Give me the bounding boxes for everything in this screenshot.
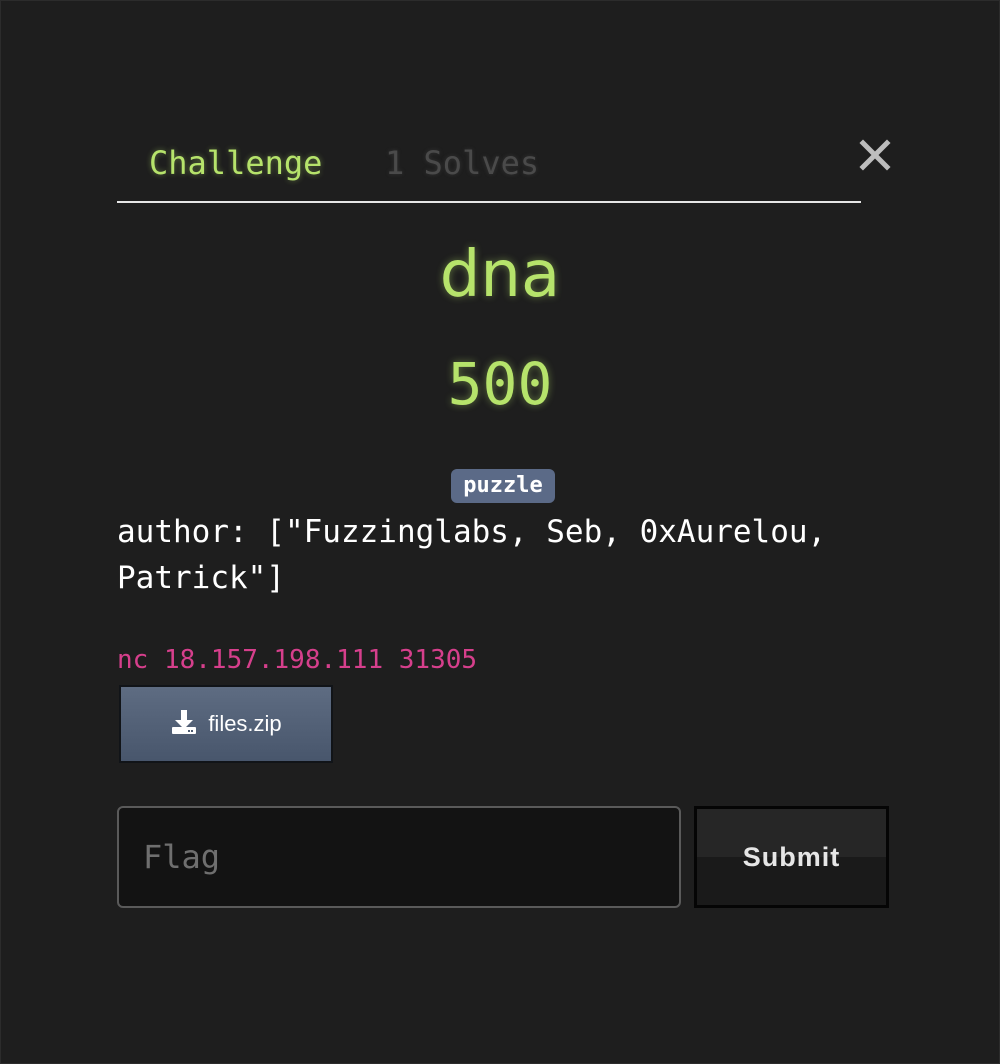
download-icon: [170, 708, 198, 741]
flag-input[interactable]: [117, 806, 681, 908]
challenge-modal: Challenge 1 Solves dna 500 puzzle author…: [0, 0, 1000, 1064]
tab-solves[interactable]: 1 Solves: [385, 143, 539, 183]
file-name: files.zip: [208, 711, 282, 736]
challenge-name: dna: [439, 238, 561, 312]
challenge-tabs: Challenge 1 Solves: [117, 131, 861, 203]
tab-challenge[interactable]: Challenge: [149, 143, 322, 183]
challenge-points: 500: [447, 350, 553, 418]
close-icon[interactable]: [857, 137, 893, 173]
connection-info: nc 18.157.198.111 31305: [117, 645, 478, 675]
submit-button[interactable]: Submit: [694, 806, 889, 908]
download-file-button[interactable]: files.zip: [119, 685, 333, 763]
challenge-description: author: ["Fuzzinglabs, Seb, 0xAurelou, P…: [117, 514, 827, 596]
category-tag: puzzle: [451, 469, 555, 503]
